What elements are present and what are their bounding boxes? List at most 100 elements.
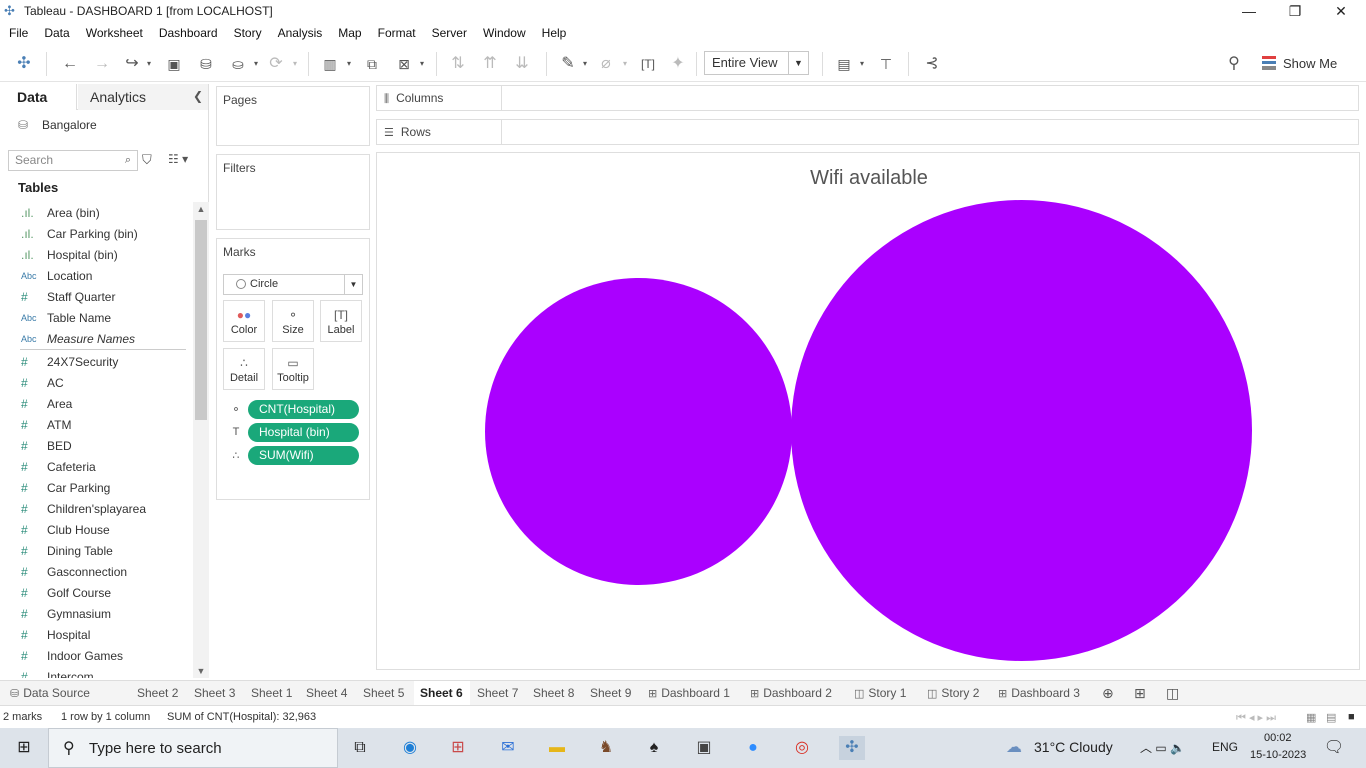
field-item[interactable]: #24X7Security bbox=[0, 351, 193, 372]
tab-sheet-6[interactable]: Sheet 6 bbox=[414, 681, 470, 705]
field-item[interactable]: # Indoor Games bbox=[0, 645, 193, 666]
cards-dropdown-icon[interactable]: ▾ bbox=[856, 54, 868, 74]
field-list-scrollbar[interactable]: ▲ ▼ bbox=[193, 202, 209, 678]
pause-dropdown-icon[interactable]: ▾ bbox=[250, 54, 262, 74]
field-item[interactable]: Abc Location bbox=[0, 265, 193, 286]
clock-time[interactable]: 00:02 bbox=[1264, 732, 1292, 744]
new-worksheet-tab-icon[interactable]: ⊕ bbox=[1102, 681, 1122, 705]
menu-format[interactable]: Format bbox=[369, 26, 423, 40]
tab-sheet-7[interactable]: Sheet 7 bbox=[471, 681, 525, 705]
tab-analytics[interactable]: Analytics bbox=[78, 84, 208, 110]
field-item[interactable]: # Hospital bbox=[0, 624, 193, 645]
highlight-dropdown-icon[interactable]: ▾ bbox=[579, 54, 591, 74]
tab-sheet-4[interactable]: Sheet 4 bbox=[300, 681, 354, 705]
minimize-button[interactable]: — bbox=[1226, 0, 1272, 22]
filters-card[interactable]: Filters bbox=[216, 154, 370, 230]
tab-data-source[interactable]: ⛁ Data Source bbox=[8, 681, 126, 705]
size-button[interactable]: ⚬ Size bbox=[272, 300, 314, 342]
pill-cnt-hospital[interactable]: CNT(Hospital) bbox=[248, 399, 359, 419]
new-dashboard-tab-icon[interactable]: ⊞ bbox=[1134, 681, 1154, 705]
menu-server[interactable]: Server bbox=[423, 26, 474, 40]
tab-sheet-2[interactable]: Sheet 2 bbox=[131, 681, 185, 705]
sheet-sorter-icon[interactable]: ▦ bbox=[1306, 711, 1316, 724]
sort-ascending-icon[interactable]: ⇈ bbox=[480, 54, 500, 74]
pill-hospital-bin[interactable]: Hospital (bin) bbox=[248, 422, 359, 442]
tableau-taskbar-icon[interactable]: ✣ bbox=[839, 736, 865, 760]
refresh-dropdown-icon[interactable]: ▾ bbox=[289, 54, 301, 74]
field-item[interactable]: # Area bbox=[0, 393, 193, 414]
game-icon[interactable]: ♞ bbox=[594, 736, 618, 760]
field-search-input[interactable]: Search ⌕ bbox=[8, 150, 138, 171]
show-labels-icon[interactable]: [T] bbox=[638, 54, 658, 74]
field-item[interactable]: .ıl. Car Parking (bin) bbox=[0, 223, 193, 244]
bubble-mark-small[interactable] bbox=[485, 278, 792, 585]
size-icon[interactable]: ⚬ bbox=[229, 403, 243, 416]
field-item[interactable]: # Club House bbox=[0, 519, 193, 540]
tab-sheet-8[interactable]: Sheet 8 bbox=[527, 681, 581, 705]
datasource-item[interactable]: ⛁ Bangalore bbox=[18, 117, 97, 133]
menu-dashboard[interactable]: Dashboard bbox=[150, 26, 225, 40]
field-item[interactable]: # Car Parking bbox=[0, 477, 193, 498]
task-view-icon[interactable]: ⧉ bbox=[348, 736, 372, 760]
menu-story[interactable]: Story bbox=[225, 26, 269, 40]
clock-date[interactable]: 15-10-2023 bbox=[1250, 749, 1306, 761]
collapse-pane-icon[interactable]: ❮ bbox=[193, 89, 203, 103]
tabs-view-icon[interactable]: ■ bbox=[1348, 711, 1355, 723]
menu-data[interactable]: Data bbox=[35, 26, 76, 40]
scroll-up-icon[interactable]: ▲ bbox=[195, 204, 207, 214]
tab-story-2[interactable]: ◫ Story 2 bbox=[923, 681, 993, 705]
tab-sheet-5[interactable]: Sheet 5 bbox=[357, 681, 411, 705]
share-icon[interactable]: ⊰ bbox=[922, 54, 942, 74]
tab-sheet-3[interactable]: Sheet 3 bbox=[188, 681, 242, 705]
view-options-icon[interactable]: ☷ ▾ bbox=[168, 152, 188, 166]
group-icon[interactable]: ⌀ bbox=[596, 54, 616, 74]
label-button[interactable]: [T] Label bbox=[320, 300, 362, 342]
cards-icon[interactable]: ▤ bbox=[834, 54, 854, 74]
field-item[interactable]: # ATM bbox=[0, 414, 193, 435]
maximize-button[interactable]: ❐ bbox=[1272, 0, 1318, 22]
show-me-button[interactable]: Show Me bbox=[1262, 53, 1337, 73]
format-painter-icon[interactable]: ⚲ bbox=[1224, 54, 1244, 74]
detail-button[interactable]: ∴ Detail bbox=[223, 348, 265, 390]
tab-dashboard-1[interactable]: ⊞ Dashboard 1 bbox=[644, 681, 742, 705]
detail-icon[interactable]: ∴ bbox=[229, 449, 243, 462]
color-button[interactable]: ●● Color bbox=[223, 300, 265, 342]
menu-file[interactable]: File bbox=[0, 26, 35, 40]
field-item[interactable]: # BED bbox=[0, 435, 193, 456]
tab-story-1[interactable]: ◫ Story 1 bbox=[850, 681, 920, 705]
field-item[interactable]: # Cafeteria bbox=[0, 456, 193, 477]
tab-sheet-9[interactable]: Sheet 9 bbox=[584, 681, 638, 705]
filter-icon[interactable]: ⛉ bbox=[142, 152, 152, 168]
menu-help[interactable]: Help bbox=[533, 26, 574, 40]
save-icon[interactable]: ▣ bbox=[164, 54, 184, 74]
language-indicator[interactable]: ENG bbox=[1212, 740, 1238, 754]
mark-type-dropdown[interactable]: Circle ▼ bbox=[223, 274, 363, 295]
scroll-down-icon[interactable]: ▼ bbox=[195, 666, 207, 676]
tooltip-button[interactable]: ▭ Tooltip bbox=[272, 348, 314, 390]
clear-sheet-icon[interactable]: ⊠ bbox=[394, 54, 414, 74]
zoom-icon[interactable]: ● bbox=[741, 736, 765, 760]
new-datasource-icon[interactable]: ⛁ bbox=[196, 54, 216, 74]
sort-descending-icon[interactable]: ⇊ bbox=[512, 54, 532, 74]
field-item[interactable]: # Golf Course bbox=[0, 582, 193, 603]
field-item[interactable]: # Gymnasium bbox=[0, 603, 193, 624]
refresh-icon[interactable]: ⟳ bbox=[266, 54, 286, 74]
mail-icon[interactable]: ✉ bbox=[496, 736, 520, 760]
notification-icon[interactable]: 🗨 bbox=[1322, 736, 1346, 760]
swap-icon[interactable]: ⇅ bbox=[448, 54, 468, 74]
pages-card[interactable]: Pages bbox=[216, 86, 370, 146]
new-story-tab-icon[interactable]: ◫ bbox=[1166, 681, 1186, 705]
close-button[interactable]: ✕ bbox=[1318, 0, 1364, 22]
menu-window[interactable]: Window bbox=[474, 26, 533, 40]
replay-icon[interactable]: ↪ bbox=[122, 54, 142, 74]
rows-shelf[interactable]: ☰ Rows bbox=[376, 119, 1359, 145]
label-icon[interactable]: T bbox=[229, 426, 243, 438]
field-item[interactable]: # Dining Table bbox=[0, 540, 193, 561]
duplicate-sheet-icon[interactable]: ⧉ bbox=[362, 54, 382, 74]
new-worksheet-dropdown-icon[interactable]: ▾ bbox=[343, 54, 355, 74]
fix-axes-icon[interactable]: ✦ bbox=[668, 54, 688, 74]
tableau-home-icon[interactable]: ✣ bbox=[14, 54, 34, 74]
field-item[interactable]: # Children'splayarea bbox=[0, 498, 193, 519]
tab-dashboard-3[interactable]: ⊞ Dashboard 3 bbox=[994, 681, 1094, 705]
field-item[interactable]: Abc Table Name bbox=[0, 307, 193, 328]
